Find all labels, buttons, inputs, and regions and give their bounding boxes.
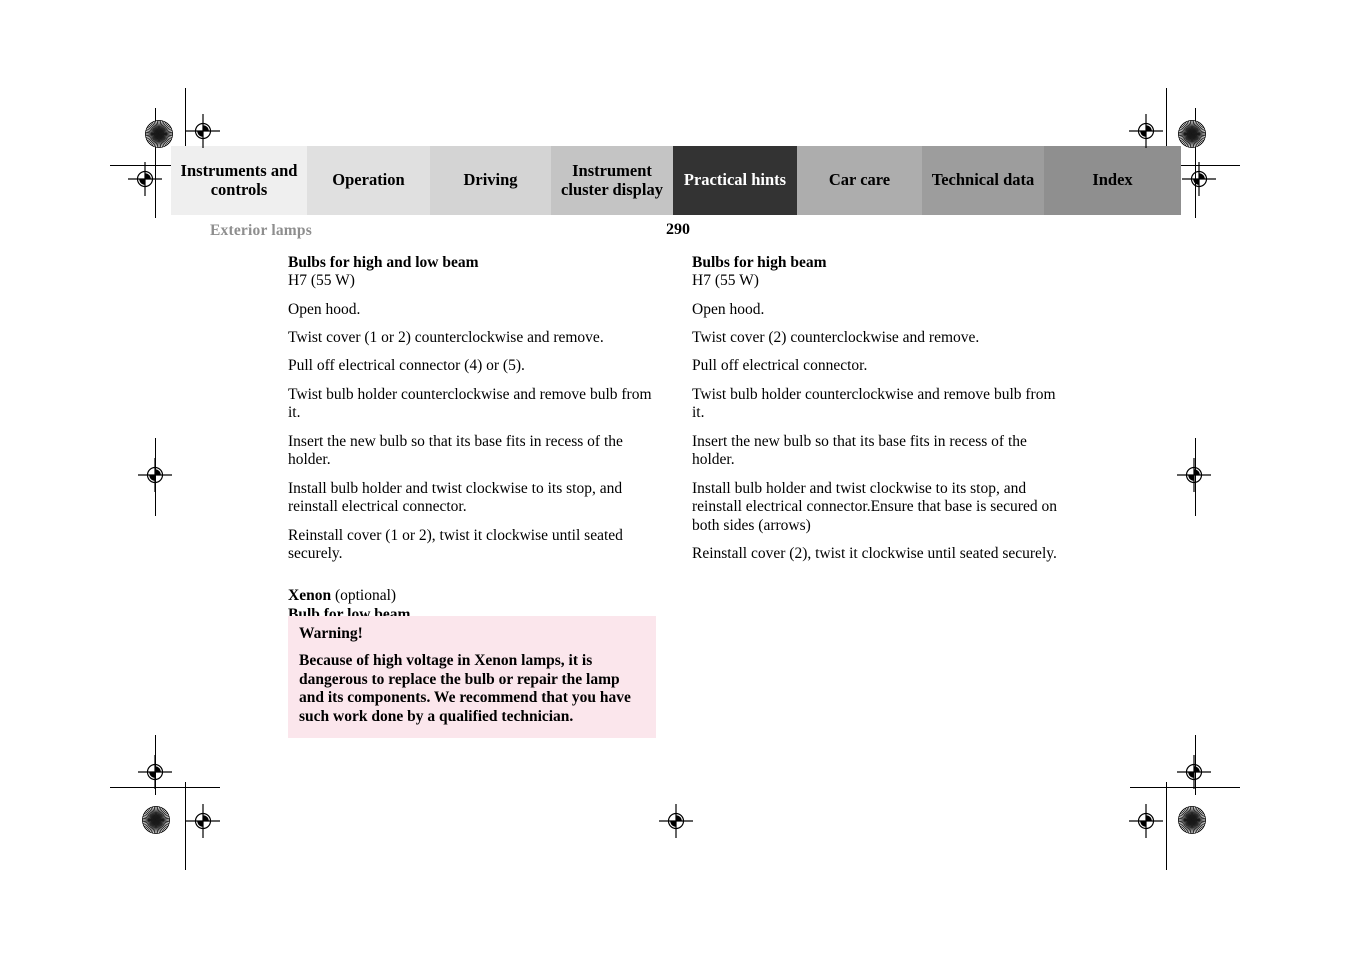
warning-title: Warning! (299, 625, 363, 642)
chapter-tab-bar[interactable]: Instruments and controls Operation Driving… (171, 146, 1181, 215)
content-column-right: Bulbs for high beam H7 (55 W) Open hood.… (692, 254, 1062, 563)
xenon-group-heading-bold: Xenon (288, 587, 332, 605)
registration-mark-bottom-center (659, 804, 693, 838)
right-column-subheading: H7 (55 W) (692, 272, 759, 290)
tab-instrument-cluster-display[interactable]: Instrument cluster display (551, 146, 673, 215)
registration-mark-mid-right (1177, 458, 1211, 492)
registration-mark-bottom-left-upper (138, 755, 172, 789)
tab-technical-data[interactable]: Technical data (922, 146, 1044, 215)
registration-mark-bottom-left-lower (186, 804, 220, 838)
tab-index[interactable]: Index (1044, 146, 1181, 215)
warning-box: Warning! Because of high voltage in Xeno… (288, 616, 656, 739)
tab-driving[interactable]: Driving (430, 146, 551, 215)
tab-instruments-and-controls[interactable]: Instruments and controls (171, 146, 307, 215)
registration-mark-top-right-outer (1129, 114, 1163, 148)
left-column-heading: Bulbs for high and low beam (288, 254, 479, 271)
running-head: Exterior lamps (210, 222, 312, 239)
instruction-step: Reinstall cover (1 or 2), twist it clock… (288, 526, 623, 562)
instruction-step: Pull off electrical connector. (692, 357, 868, 375)
star-target-bottom-left (142, 806, 170, 834)
instruction-step: Twist cover (1 or 2) counterclockwise an… (288, 329, 604, 346)
star-target-top-right (1178, 120, 1206, 148)
instruction-step: Install bulb holder and twist clockwise … (692, 479, 1057, 534)
registration-mark-bottom-right-lower (1129, 804, 1163, 838)
registration-mark-bottom-right-upper (1177, 755, 1211, 789)
left-column-steps: Open hood. Twist cover (1 or 2) countercl… (288, 301, 658, 564)
star-target-bottom-right (1178, 806, 1206, 834)
tab-car-care[interactable]: Car care (797, 146, 922, 215)
instruction-step: Twist bulb holder counterclockwise and r… (288, 385, 652, 422)
star-target-top-left (145, 120, 173, 148)
content-column-left: Bulbs for high and low beam H7 (55 W) Op… (288, 254, 658, 639)
right-column-steps: Open hood. Twist cover (2) counterclockwi… (692, 301, 1062, 564)
registration-mark-top-left-outer (186, 114, 220, 148)
instruction-step: Open hood. (692, 300, 765, 318)
crop-line-bottom-right-outer-vertical (1166, 782, 1167, 870)
instruction-step: Insert the new bulb so that its base fit… (288, 432, 623, 469)
right-column-heading: Bulbs for high beam (692, 254, 827, 271)
instruction-step: Reinstall cover (2), twist it clockwise … (692, 544, 1057, 562)
registration-mark-top-right-inner (1182, 162, 1216, 196)
registration-mark-top-left-inner (128, 162, 162, 196)
instruction-step: Insert the new bulb so that its base fit… (692, 432, 1027, 469)
instruction-step: Open hood. (288, 300, 361, 318)
instruction-step: Pull off electrical connector (4) or (5)… (288, 357, 525, 375)
left-column-subheading: H7 (55 W) (288, 272, 355, 290)
xenon-group-heading-regular: (optional) (331, 587, 397, 605)
page-number: 290 (666, 221, 690, 238)
instruction-step: Install bulb holder and twist clockwise … (288, 479, 623, 516)
tab-practical-hints[interactable]: Practical hints (673, 146, 797, 215)
tab-operation[interactable]: Operation (307, 146, 430, 215)
registration-mark-mid-left (138, 458, 172, 492)
instruction-step: Twist cover (2) counterclockwise and rem… (692, 329, 980, 346)
instruction-step: Twist bulb holder counterclockwise and r… (692, 385, 1056, 422)
warning-body: Because of high voltage in Xenon lamps, … (299, 652, 631, 725)
